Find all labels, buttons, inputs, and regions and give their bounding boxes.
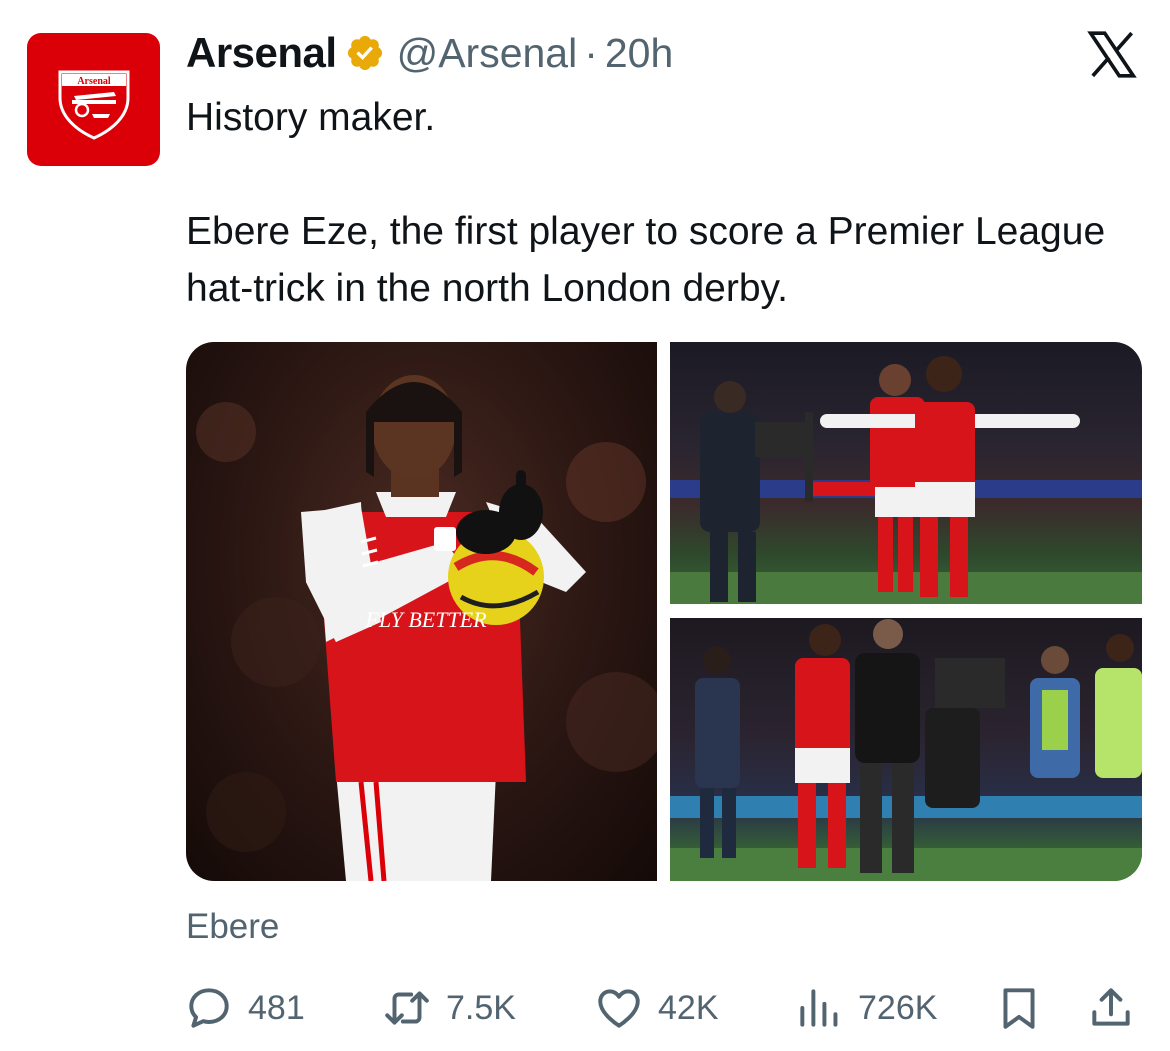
svg-text:FLY BETTER: FLY BETTER <box>364 607 487 632</box>
action-bar: 481 7.5K 42K 726K <box>184 980 1144 1036</box>
views-button[interactable]: 726K <box>794 980 937 1036</box>
photo-main[interactable]: FLY BETTER <box>186 342 657 881</box>
handle[interactable]: @Arsenal <box>397 30 578 77</box>
bookmark-icon <box>1003 988 1035 1029</box>
timestamp[interactable]: 20h <box>605 30 673 77</box>
media-source-label[interactable]: Ebere <box>186 907 279 947</box>
celebration-photo-illustration <box>670 356 1142 604</box>
manager-photo-illustration <box>670 619 1142 881</box>
media-grid: FLY BETTER <box>186 342 1142 881</box>
photo-celebration[interactable] <box>670 342 1142 604</box>
like-button[interactable]: 42K <box>594 980 719 1036</box>
views-count: 726K <box>858 988 938 1027</box>
reply-button[interactable]: 481 <box>184 980 305 1036</box>
share-icon <box>1092 988 1130 1026</box>
like-count: 42K <box>658 988 719 1027</box>
svg-text:Arsenal: Arsenal <box>77 76 111 87</box>
post-text: History maker. Ebere Eze, the first play… <box>186 89 1126 317</box>
verified-badge-icon[interactable] <box>345 33 385 73</box>
arsenal-crest-icon: Arsenal <box>58 70 129 140</box>
bookmark-button[interactable] <box>994 980 1044 1036</box>
views-bar-chart-icon <box>800 989 838 1027</box>
display-name[interactable]: Arsenal <box>186 29 337 77</box>
repost-button[interactable]: 7.5K <box>382 980 516 1036</box>
heart-icon <box>598 989 640 1028</box>
avatar[interactable]: Arsenal <box>27 33 160 166</box>
separator-dot: · <box>584 29 598 76</box>
share-button[interactable] <box>1086 980 1136 1036</box>
repost-count: 7.5K <box>446 988 516 1027</box>
post-text-line: History maker. <box>186 96 436 139</box>
reply-icon <box>189 988 229 1028</box>
post-header: Arsenal @Arsenal · 20h <box>186 27 673 79</box>
player-photo-illustration: FLY BETTER <box>196 375 657 881</box>
photo-manager-hug[interactable] <box>670 618 1142 881</box>
post-text-line: Ebere Eze, the first player to score a P… <box>186 210 1106 310</box>
reply-count: 481 <box>248 988 305 1027</box>
x-logo-icon[interactable] <box>1086 31 1138 78</box>
repost-icon <box>385 991 429 1025</box>
post-card: Arsenal Arsenal @Arsenal · 20h History m… <box>0 0 1170 1051</box>
